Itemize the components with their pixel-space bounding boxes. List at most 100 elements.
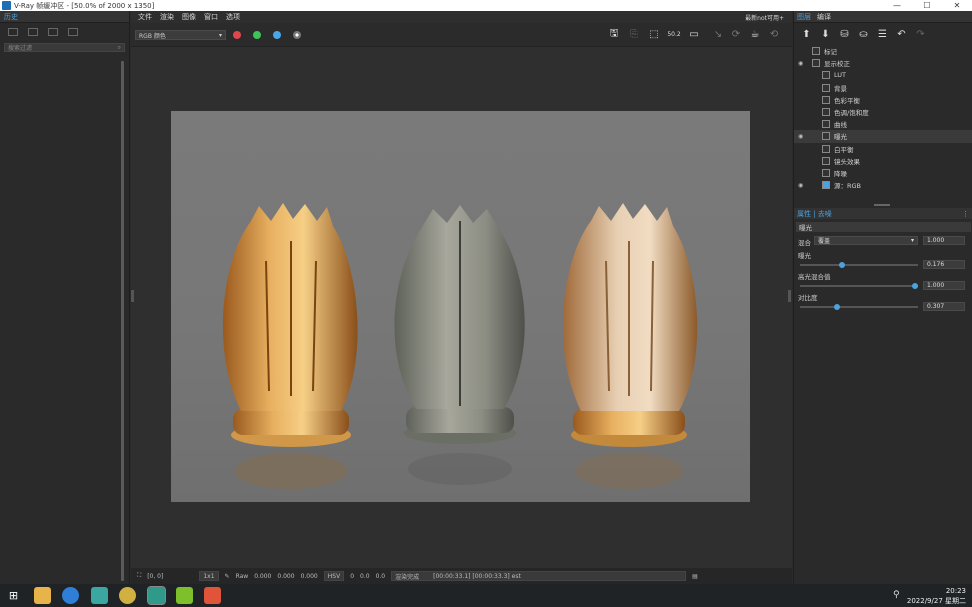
sample-size-select[interactable]: 1x1 [199,571,219,581]
layer-item-selected[interactable]: ◉ 曝光 [794,130,972,143]
eye-icon[interactable]: ◉ [798,60,806,67]
layers-panel: 图层 编译 ⬆ ⬇ ⛁ ⛀ ☰ ↶ ↷ 标记 ◉ 显示校正 LUT 背景 色彩平衡… [793,11,972,584]
layer-item[interactable]: 白平衡 [794,143,972,155]
contrast-slider-handle[interactable] [833,304,840,310]
eye-icon[interactable]: ◉ [798,133,806,140]
chevron-down-icon: ▾ [910,237,914,244]
undo-icon[interactable]: ↶ [895,28,908,41]
blend-mode-select[interactable]: 覆盖 ▾ [814,236,918,245]
pixel-info-icon[interactable]: ⛶ [137,572,141,580]
red-channel-toggle[interactable] [233,31,241,39]
exposure-label: 曝光 [798,252,811,260]
camtasia-green-icon[interactable] [176,587,193,604]
redo-icon[interactable]: ↷ [914,28,927,41]
load-history-icon[interactable] [28,28,38,36]
edge-browser-icon[interactable] [62,587,79,604]
green-channel-toggle[interactable] [253,31,261,39]
layer-item[interactable]: ◉ 显示校正 [794,57,972,69]
clear-image-icon[interactable]: ⎘ [627,28,641,41]
close-button[interactable]: ✕ [942,0,972,11]
menu-file[interactable]: 文件 [135,12,155,22]
region-render-icon[interactable]: ⬚ [647,28,661,41]
save-image-icon[interactable]: 🖫 [607,28,621,41]
add-layer-icon[interactable]: ⬆ [800,28,813,41]
marble-vase [394,205,525,485]
network-icon[interactable]: ⚲ [893,590,900,600]
color-space-select[interactable]: HSV [323,571,345,581]
alpha-channel-toggle[interactable] [293,31,301,39]
menu-bar: 文件 渲染 图像 窗口 选项 最新not可用+ [131,11,792,23]
save-layers-icon[interactable]: ⛁ [838,28,851,41]
blend-row: 混合 覆盖 ▾ 1.000 [798,236,968,247]
exposure-slider[interactable] [800,262,918,268]
3dsmax-active-icon[interactable] [147,586,166,605]
exposure-slider-handle[interactable] [839,262,846,268]
save-history-icon[interactable] [8,28,18,36]
log-icon[interactable]: ▤ [692,573,698,580]
minimize-button[interactable]: — [882,0,912,11]
interactive-render-icon[interactable]: ⟳ [729,28,743,41]
color-picker-icon[interactable]: ✎ [225,573,230,580]
menu-options[interactable]: 选项 [223,12,243,22]
eye-icon[interactable]: ◉ [798,182,806,189]
blend-value-field[interactable]: 1.000 [923,236,965,245]
3dsmax-icon[interactable] [91,587,108,604]
track-mouse-icon[interactable]: ↘ [711,28,725,41]
display-icon[interactable]: ▭ [687,28,701,41]
load-layers-icon[interactable]: ⛀ [857,28,870,41]
layer-item[interactable]: 标记 [794,45,972,57]
history-search-input[interactable]: 搜索过滤 ⌕ [4,43,125,52]
layer-item[interactable]: 背景 [794,82,972,94]
maximize-button[interactable]: ☐ [912,0,942,11]
contrast-slider[interactable] [800,304,918,310]
stop-render-icon[interactable]: ⟲ [767,28,781,41]
chevron-down-icon: ▾ [218,31,222,39]
windows-start-icon[interactable]: ⊞ [5,587,22,604]
layer-item[interactable]: 曲线 [794,118,972,130]
system-clock[interactable]: 20:23 2022/9/27 星期二 [907,586,966,606]
tab-layers[interactable]: 图层 [797,12,811,22]
tab-stats[interactable]: 编译 [817,12,831,22]
channel-select[interactable]: RGB 颜色 ▾ [135,30,226,40]
menu-window[interactable]: 窗口 [201,12,221,22]
gold-vase [222,203,358,489]
contrast-value-field[interactable]: 0.307 [923,302,965,311]
render-canvas [222,203,698,489]
panel-splitter[interactable] [874,204,890,206]
menu-image[interactable]: 图像 [179,12,199,22]
title-bar: V-Ray 帧缓冲区 - [50.0% of 2000 x 1350] — ☐ … [0,0,972,11]
camtasia-red-icon[interactable] [204,587,221,604]
highlight-slider-handle[interactable] [912,283,918,289]
status-bar: ⛶ [0, 0] 1x1 ✎ Raw 0.000 0.000 0.000 HSV… [131,568,792,584]
render-teapot-icon[interactable]: ☕ [748,28,762,41]
layer-item[interactable]: 镜头效果 [794,155,972,167]
layer-item[interactable]: 色彩平衡 [794,94,972,106]
update-notice[interactable]: 最新not可用+ [745,13,784,22]
layer-item[interactable]: LUT [794,69,972,81]
delete-history-icon[interactable] [68,28,78,36]
fit-zoom-icon[interactable]: 50.2 [667,28,681,41]
layer-item[interactable]: 降噪 [794,167,972,179]
render-message: 渲染完成 [00:00:33.1] [00:00:33.3] est [391,571,687,581]
blue-channel-toggle[interactable] [273,31,281,39]
remove-layer-icon[interactable]: ⬇ [819,28,832,41]
compare-ab-icon[interactable] [48,28,58,36]
history-panel: 历史 搜索过滤 ⌕ [0,11,130,584]
properties-title: 曝光 [796,222,971,232]
highlight-value-field[interactable]: 1.000 [923,281,965,290]
menu-render[interactable]: 渲染 [157,12,177,22]
hsv-v: 0.0 [375,572,386,580]
left-splitter[interactable] [131,290,134,302]
tab-history[interactable]: 历史 [0,11,129,23]
raw-toggle[interactable]: Raw [236,573,249,580]
file-explorer-icon[interactable] [34,587,51,604]
highlight-slider[interactable] [800,283,918,289]
right-splitter[interactable] [788,290,791,302]
history-scrollbar[interactable] [121,61,124,581]
exposure-value-field[interactable]: 0.176 [923,260,965,269]
layer-item[interactable]: ◉ 源：RGB [794,179,972,191]
panel-menu-icon[interactable]: ⋮ [962,210,969,218]
layer-item[interactable]: 色调/饱和度 [794,106,972,118]
photo-app-icon[interactable] [119,587,136,604]
layer-list-icon[interactable]: ☰ [876,28,889,41]
